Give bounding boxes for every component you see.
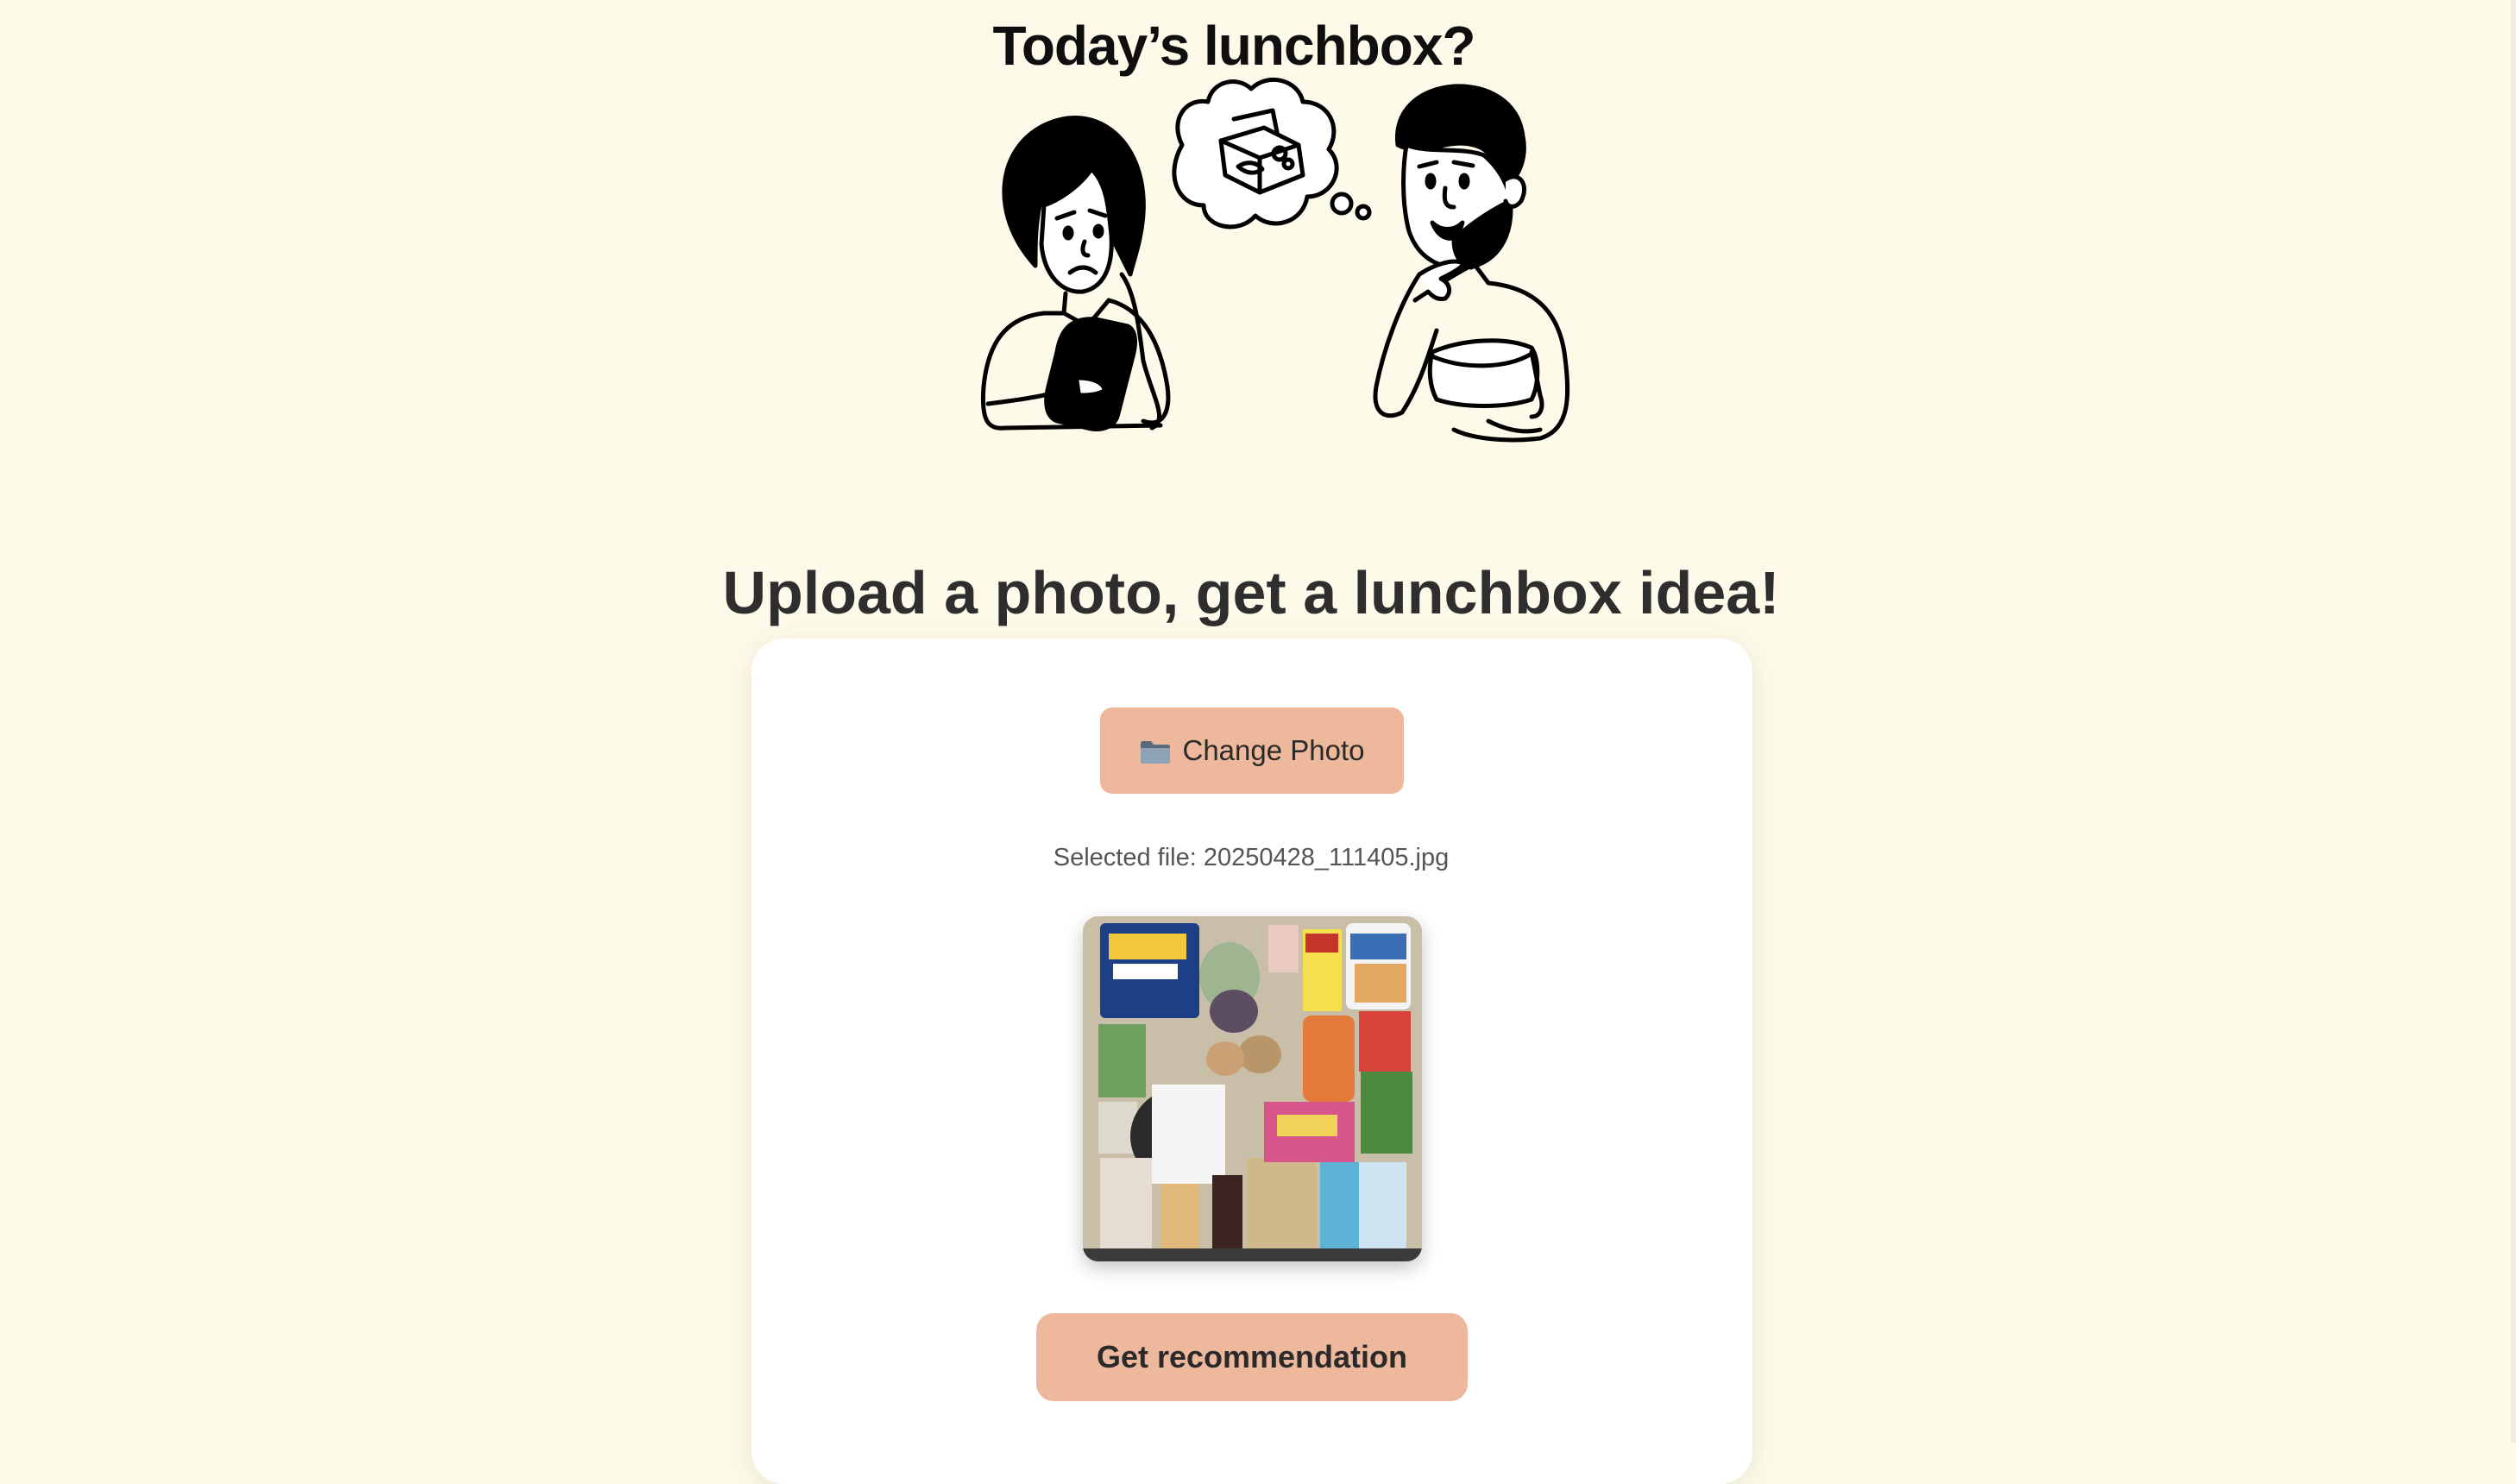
hero-illustration [980,77,1570,443]
app-page: Today’s lunchbox? Upload a photo, get a … [0,0,2516,1484]
get-recommendation-button[interactable]: Get recommendation [1036,1313,1468,1401]
photo-content [1083,916,1422,1261]
woman-illustration [980,116,1171,431]
folder-icon [1141,741,1171,764]
change-photo-button[interactable]: Change Photo [1100,707,1404,794]
page-headline: Upload a photo, get a lunchbox idea! [722,558,1780,626]
hero-title: Today’s lunchbox? [992,15,1475,77]
change-photo-label: Change Photo [1182,734,1365,766]
selected-file-text: Selected file: 20250428_111405.jpg [1053,844,1450,871]
uploaded-photo-preview [1083,916,1422,1261]
thought-bubble [1172,77,1372,230]
page-scrollbar[interactable] [2511,0,2516,1443]
man-illustration [1373,84,1570,443]
